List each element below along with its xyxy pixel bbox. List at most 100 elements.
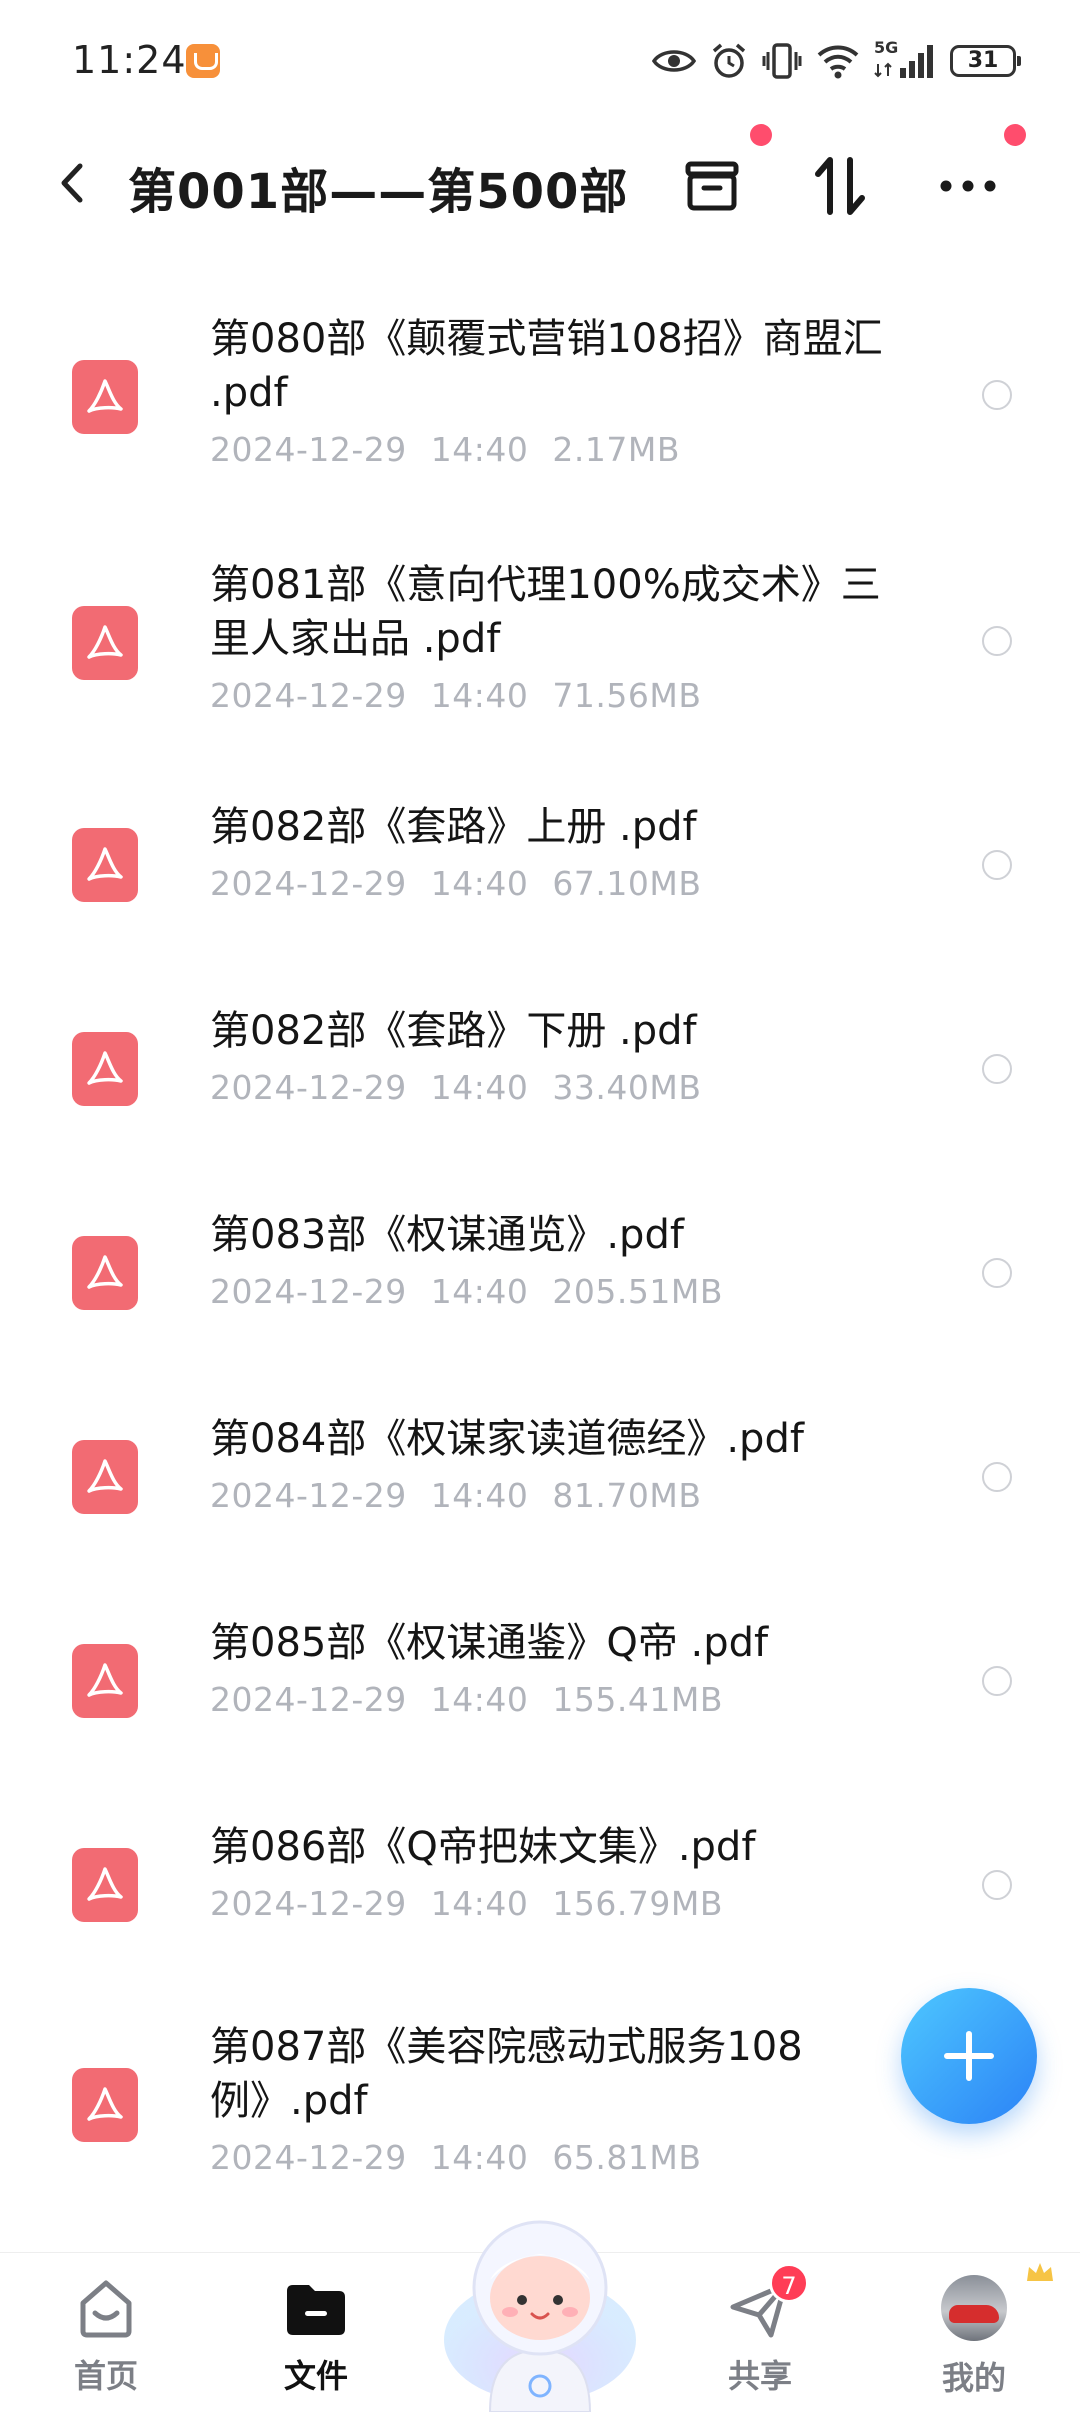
archive-notification-dot: [750, 124, 772, 146]
file-item[interactable]: 第080部《颠覆式营销108招》商盟汇 .pdf 2024-12-29 14:40…: [0, 292, 1080, 492]
nav-mine-label: 我的: [941, 2359, 1006, 2397]
file-size: 65.81MB: [552, 2138, 702, 2177]
file-item[interactable]: 第086部《Q帝把妹文集》.pdf 2024-12-29 14:40 156.79M…: [0, 1806, 1080, 1956]
app-notification-icon: [186, 44, 220, 78]
file-item[interactable]: 第083部《权谋通览》.pdf 2024-12-29 14:40 205.51MB: [0, 1194, 1080, 1344]
pdf-icon: [72, 1440, 138, 1514]
file-date: 2024-12-29: [210, 1476, 407, 1515]
status-icons: 5G 31: [652, 36, 1021, 86]
file-size: 2.17MB: [552, 430, 680, 469]
file-name: 第087部《美容院感动式服务108例》.pdf: [210, 2024, 803, 2124]
send-icon: 7: [725, 2263, 809, 2343]
more-notification-dot: [1004, 124, 1026, 146]
wifi-icon: [817, 45, 859, 79]
file-name: 第084部《权谋家读道德经》.pdf: [210, 1416, 804, 1462]
select-radio[interactable]: [982, 1870, 1012, 1900]
file-size: 155.41MB: [552, 1680, 723, 1719]
more-dots-icon: [940, 180, 996, 192]
nav-home-label: 首页: [73, 2357, 138, 2395]
file-time: 14:40: [430, 430, 529, 469]
file-date: 2024-12-29: [210, 430, 407, 469]
select-radio[interactable]: [982, 1462, 1012, 1492]
file-name: 第082部《套路》上册 .pdf: [210, 804, 697, 850]
file-date: 2024-12-29: [210, 1272, 407, 1311]
folder-icon: [281, 2273, 351, 2343]
file-meta: 2024-12-29 14:40 2.17MB: [210, 430, 910, 469]
nav-share[interactable]: 7 共享: [690, 2263, 830, 2403]
archive-icon: [685, 161, 739, 211]
more-options-button[interactable]: [928, 146, 1008, 226]
file-time: 14:40: [430, 676, 529, 715]
chevron-left-icon: [61, 163, 83, 203]
file-meta: 2024-12-29 14:40 205.51MB: [210, 1272, 910, 1311]
file-time: 14:40: [430, 1068, 529, 1107]
mascot-icon: [444, 2220, 636, 2413]
file-time: 14:40: [430, 1884, 529, 1923]
file-date: 2024-12-29: [210, 1680, 407, 1719]
file-date: 2024-12-29: [210, 2138, 407, 2177]
select-radio[interactable]: [982, 850, 1012, 880]
vibrate-icon: [762, 43, 802, 79]
pdf-icon: [72, 606, 138, 680]
add-button[interactable]: [901, 1988, 1037, 2124]
file-name: 第080部《颠覆式营销108招》商盟汇 .pdf: [210, 316, 883, 416]
file-time: 14:40: [430, 1272, 529, 1311]
eye-icon: [652, 50, 696, 72]
file-time: 14:40: [430, 864, 529, 903]
battery-icon: 31: [950, 45, 1021, 77]
file-item[interactable]: 第085部《权谋通鉴》Q帝 .pdf 2024-12-29 14:40 155.41…: [0, 1602, 1080, 1752]
nav-home[interactable]: 首页: [36, 2273, 176, 2403]
pdf-icon: [72, 1032, 138, 1106]
select-radio[interactable]: [982, 1666, 1012, 1696]
file-name: 第081部《意向代理100%成交术》三里人家出品 .pdf: [210, 562, 881, 662]
page-title: 第001部——第500部: [128, 164, 629, 220]
select-radio[interactable]: [982, 1258, 1012, 1288]
avatar-image: [941, 2275, 1007, 2341]
file-name: 第083部《权谋通览》.pdf: [210, 1212, 684, 1258]
pdf-icon: [72, 2068, 138, 2142]
archive-button[interactable]: [672, 146, 752, 226]
nav-files[interactable]: 文件: [246, 2273, 386, 2403]
assistant-mascot-button[interactable]: [430, 2190, 650, 2413]
back-button[interactable]: [52, 158, 92, 208]
home-icon: [71, 2273, 141, 2343]
file-meta: 2024-12-29 14:40 67.10MB: [210, 864, 910, 903]
file-size: 156.79MB: [552, 1884, 723, 1923]
file-size: 33.40MB: [552, 1068, 702, 1107]
select-radio[interactable]: [982, 380, 1012, 410]
file-meta: 2024-12-29 14:40 65.81MB: [210, 2138, 910, 2177]
alarm-icon: [712, 43, 746, 78]
file-date: 2024-12-29: [210, 676, 407, 715]
file-item[interactable]: 第081部《意向代理100%成交术》三里人家出品 .pdf 2024-12-29…: [0, 538, 1080, 738]
file-meta: 2024-12-29 14:40 71.56MB: [210, 676, 910, 715]
file-date: 2024-12-29: [210, 864, 407, 903]
file-name: 第082部《套路》下册 .pdf: [210, 1008, 697, 1054]
select-radio[interactable]: [982, 1054, 1012, 1084]
share-badge: 7: [769, 2263, 809, 2303]
file-item[interactable]: 第082部《套路》上册 .pdf 2024-12-29 14:40 67.10MB: [0, 786, 1080, 936]
sort-button[interactable]: [800, 146, 880, 226]
nav-share-label: 共享: [727, 2357, 792, 2395]
sort-icon: [815, 157, 865, 215]
pdf-icon: [72, 1644, 138, 1718]
file-meta: 2024-12-29 14:40 33.40MB: [210, 1068, 910, 1107]
status-time: 11:24: [72, 38, 187, 82]
file-name: 第085部《权谋通鉴》Q帝 .pdf: [210, 1620, 769, 1666]
cellular-signal-icon: 5G: [874, 38, 936, 80]
file-size: 71.56MB: [552, 676, 702, 715]
status-bar: 11:24 5G 31: [0, 0, 1080, 120]
pdf-icon: [72, 360, 138, 434]
avatar: [939, 2263, 1053, 2345]
pdf-icon: [72, 1848, 138, 1922]
file-time: 14:40: [430, 1680, 529, 1719]
file-size: 205.51MB: [552, 1272, 723, 1311]
file-time: 14:40: [430, 1476, 529, 1515]
crown-icon: [1027, 2263, 1053, 2281]
nav-mine[interactable]: 我的: [904, 2263, 1053, 2403]
file-meta: 2024-12-29 14:40 156.79MB: [210, 1884, 910, 1923]
file-date: 2024-12-29: [210, 1068, 407, 1107]
file-item[interactable]: 第082部《套路》下册 .pdf 2024-12-29 14:40 33.40MB: [0, 990, 1080, 1140]
file-item[interactable]: 第084部《权谋家读道德经》.pdf 2024-12-29 14:40 81.70M…: [0, 1398, 1080, 1548]
file-date: 2024-12-29: [210, 1884, 407, 1923]
select-radio[interactable]: [982, 626, 1012, 656]
